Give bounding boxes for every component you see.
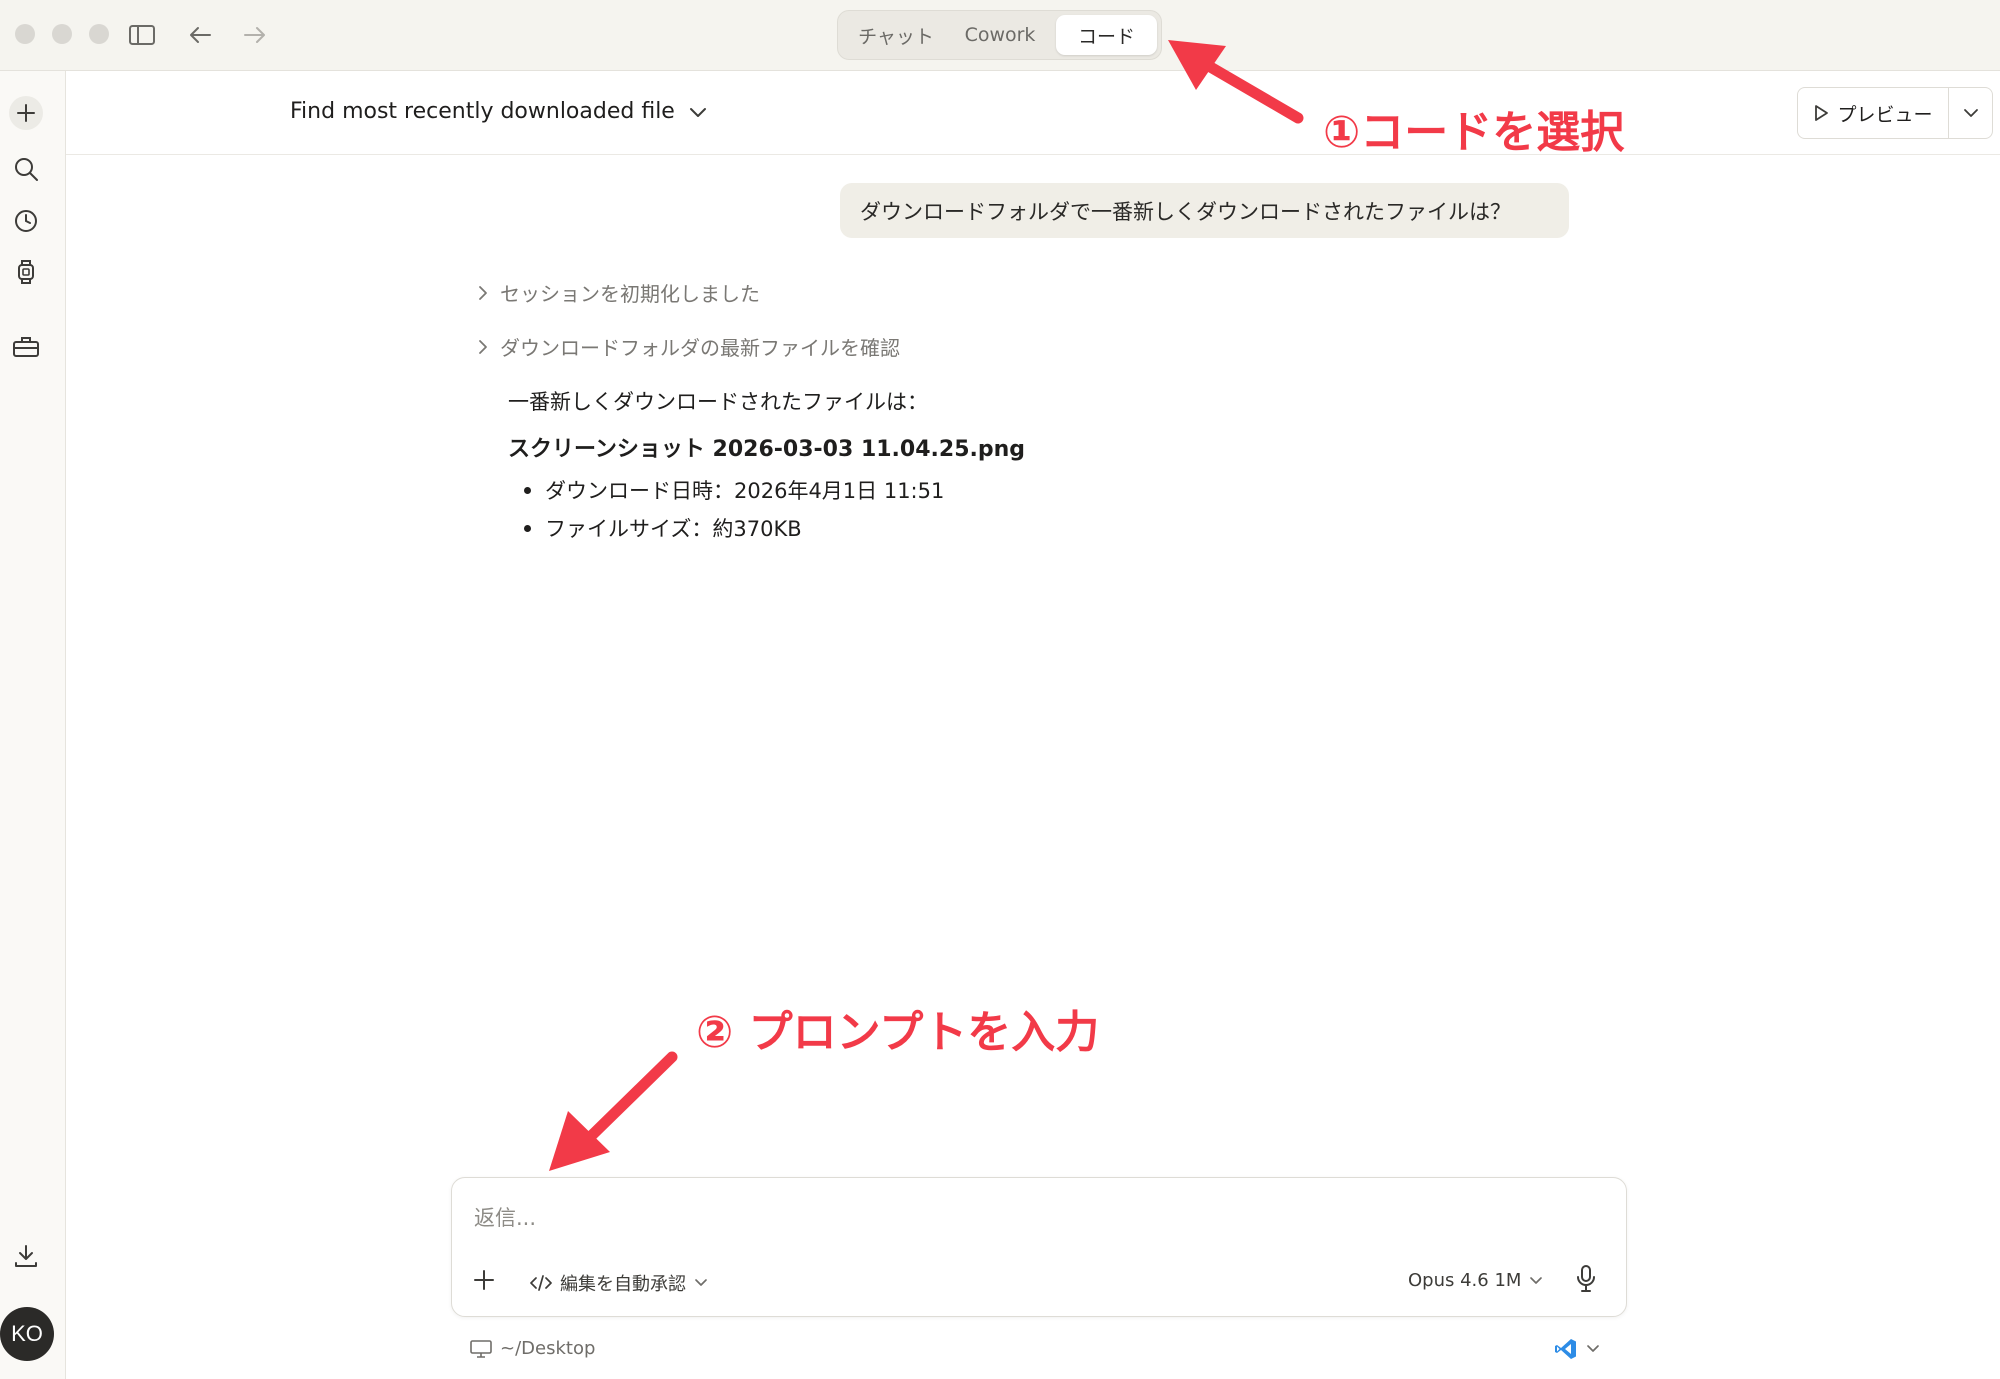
attach-plus-icon[interactable]: [472, 1268, 496, 1292]
chevron-down-icon: [1530, 1276, 1543, 1284]
annotation-arrows: [549, 40, 1304, 1171]
code-icon: [530, 1275, 552, 1291]
arrow-1-icon: [1168, 40, 1304, 124]
editor-selector[interactable]: [1554, 1337, 1600, 1361]
microphone-icon[interactable]: [1576, 1264, 1596, 1294]
model-label: Opus 4.6 1M: [1408, 1270, 1522, 1291]
composer: 編集を自動承認 Opus 4.6 1M: [451, 1177, 1627, 1317]
edit-mode-selector[interactable]: 編集を自動承認: [530, 1270, 708, 1296]
chevron-down-icon: [695, 1279, 707, 1286]
directory-label: ~/Desktop: [500, 1338, 596, 1359]
annotation-step2: ② プロンプトを入力: [696, 1007, 1100, 1058]
chevron-down-icon: [1587, 1345, 1599, 1352]
annotation-step1: ①コードを選択: [1323, 107, 1625, 158]
model-selector[interactable]: Opus 4.6 1M: [1408, 1270, 1543, 1291]
directory-selector[interactable]: ~/Desktop: [470, 1338, 595, 1359]
reply-input[interactable]: [474, 1200, 1594, 1236]
arrow-2-icon: [549, 1051, 678, 1171]
edit-mode-label: 編集を自動承認: [560, 1274, 686, 1295]
vscode-icon: [1555, 1339, 1576, 1359]
monitor-icon: [470, 1339, 492, 1358]
